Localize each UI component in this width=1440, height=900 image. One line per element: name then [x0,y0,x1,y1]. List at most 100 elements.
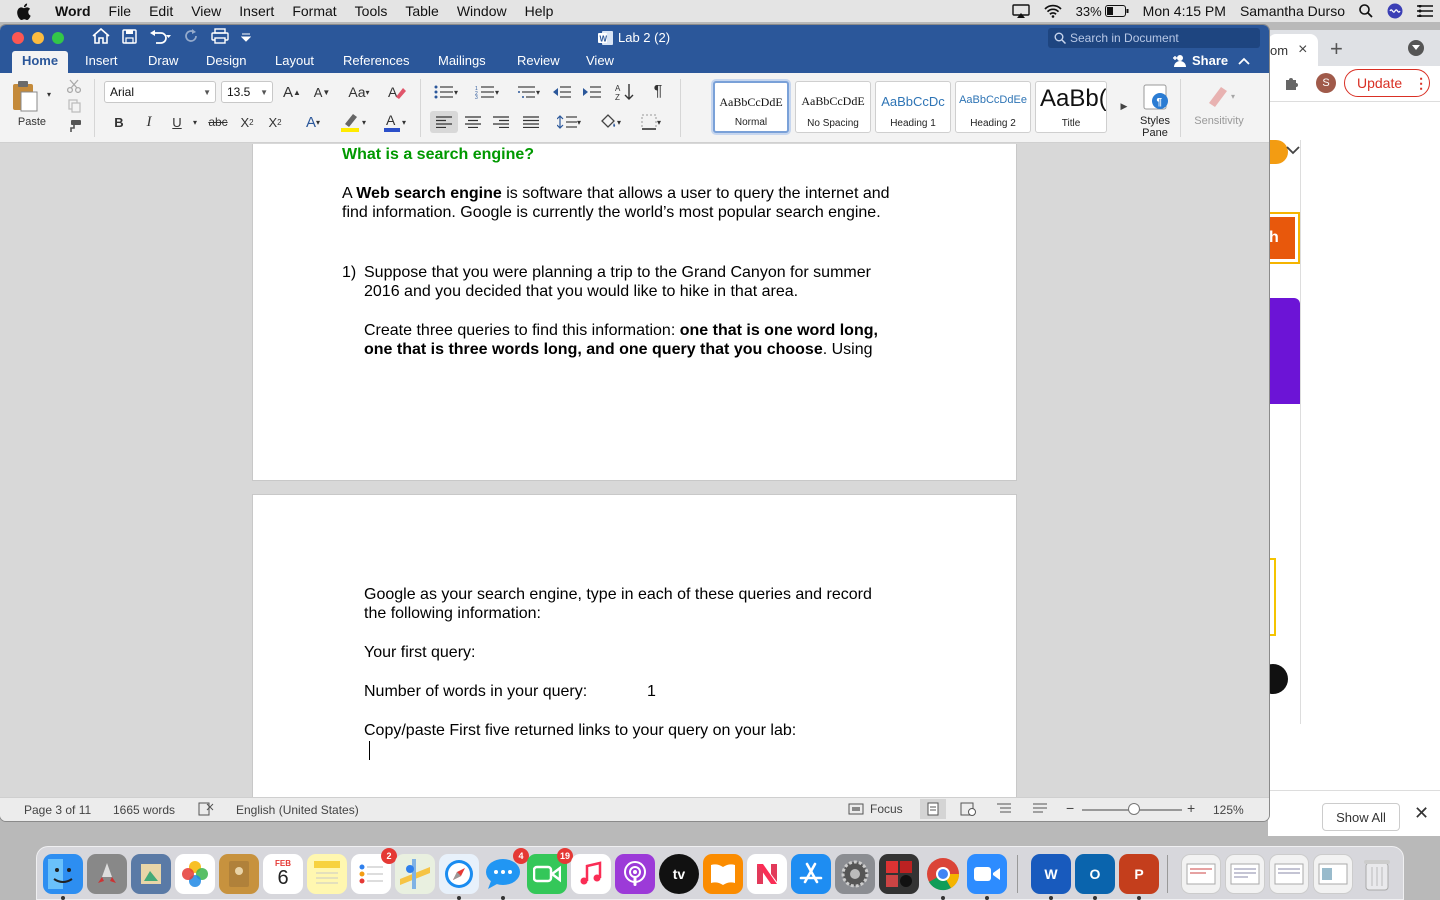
chevron-down-icon[interactable] [1286,142,1300,158]
decrease-indent-icon[interactable] [550,81,574,103]
minimized-window-thumbnail[interactable] [1269,854,1309,894]
podcasts-icon[interactable] [615,854,655,894]
print-layout-view-icon[interactable] [920,799,946,819]
system-preferences-icon[interactable] [835,854,875,894]
redo-icon[interactable] [183,28,199,47]
borders-icon[interactable]: ▾ [632,111,670,133]
close-tab-icon[interactable]: × [1298,41,1307,59]
change-case-icon[interactable]: Aa ▾ [342,81,376,103]
styles-gallery-next-icon[interactable]: ▶ [1118,99,1130,113]
word-count[interactable]: 1665 words [113,803,175,817]
copy-icon[interactable] [64,97,84,115]
style-normal[interactable]: AaBbCcDdE Normal [713,81,789,133]
align-center-icon[interactable] [460,111,486,133]
document-canvas[interactable]: What is a search engine? A Web search en… [0,144,1269,797]
reminders-icon[interactable]: 2 [351,848,397,894]
format-painter-icon[interactable] [64,117,84,135]
minimized-window-thumbnail[interactable] [1181,854,1221,894]
tab-draw[interactable]: Draw [148,51,178,73]
italic-icon[interactable]: I [138,111,160,133]
zoom-slider-thumb[interactable] [1128,803,1140,815]
tab-insert[interactable]: Insert [85,51,118,73]
preview-icon[interactable] [131,854,171,894]
style-no-spacing[interactable]: AaBbCcDdE No Spacing [795,81,871,133]
font-size-field[interactable]: 13.5 ▼ [221,81,273,103]
menu-insert[interactable]: Insert [230,0,283,22]
calendar-icon[interactable]: FEB 6 [263,854,303,894]
undo-icon[interactable] [149,29,171,47]
text-effects-icon[interactable]: A ▾ [298,111,328,133]
outline-view-icon[interactable] [996,802,1012,819]
web-layout-view-icon[interactable] [960,802,976,819]
share-button[interactable]: Share [1172,53,1250,68]
more-menu-icon[interactable]: ⋮ [1414,75,1428,92]
tab-design[interactable]: Design [206,51,246,73]
battery-icon[interactable] [1104,5,1129,17]
finder-icon[interactable] [43,854,83,894]
minimize-window-icon[interactable] [32,32,44,44]
show-formatting-marks-icon[interactable]: ¶ [646,81,670,103]
apple-menu-icon[interactable] [16,0,46,22]
focus-mode-button[interactable]: Focus [848,802,903,816]
facetime-icon[interactable]: 19 [527,848,573,894]
photo-booth-icon[interactable] [879,854,919,894]
books-icon[interactable] [703,854,743,894]
multilevel-list-icon[interactable]: ▾ [510,81,546,103]
home-icon[interactable] [92,27,110,47]
close-downloads-icon[interactable]: ✕ [1414,803,1429,824]
zoom-in-icon[interactable]: + [1187,800,1195,816]
menu-help[interactable]: Help [516,0,563,22]
music-icon[interactable] [571,854,611,894]
zoom-window-icon[interactable] [52,32,64,44]
menu-app-name[interactable]: Word [46,0,100,22]
zoom-icon[interactable] [967,854,1007,894]
proofing-icon[interactable] [198,802,214,819]
control-center-icon[interactable] [1417,5,1433,17]
chrome-icon[interactable] [923,854,963,894]
tab-references[interactable]: References [343,51,409,73]
zoom-level[interactable]: 125% [1213,803,1244,817]
page-4[interactable]: Google as your search engine, type in ea… [253,495,1016,797]
paste-icon[interactable] [10,79,40,113]
underline-icon[interactable]: U [166,111,188,133]
menu-tools[interactable]: Tools [346,0,397,22]
cut-icon[interactable] [64,77,84,95]
style-title[interactable]: AaBb(Title [1035,81,1107,133]
subscript-icon[interactable]: X2 [236,111,258,133]
sort-icon[interactable]: AZ [612,81,638,103]
shading-icon[interactable]: ▾ [592,111,628,133]
minimized-window-thumbnail[interactable] [1313,854,1353,894]
update-button[interactable]: Update ⋮ [1344,69,1430,97]
menubar-clock[interactable]: Mon 4:15 PM [1143,3,1226,19]
draft-view-icon[interactable] [1032,802,1048,819]
wifi-icon[interactable] [1044,4,1062,18]
numbering-icon[interactable]: 1 2 3 ▾ [468,81,506,103]
font-dropdown-arrow[interactable]: ▼ [203,88,211,97]
font-color-icon[interactable]: A ▾ [376,111,412,133]
contacts-icon[interactable] [219,854,259,894]
apple-tv-icon[interactable]: tv [659,854,699,894]
align-right-icon[interactable] [488,111,514,133]
print-icon[interactable] [211,28,229,47]
paste-options-arrow[interactable]: ▾ [44,89,54,99]
tab-search-icon[interactable] [1408,40,1424,56]
increase-font-size-icon[interactable]: A ▲ [280,81,304,103]
customize-toolbar-icon[interactable] [240,30,252,45]
search-in-document-field[interactable]: Search in Document [1048,28,1260,48]
tab-layout[interactable]: Layout [275,51,314,73]
photos-icon[interactable] [175,854,215,894]
zoom-out-icon[interactable]: − [1066,800,1074,816]
profile-avatar[interactable]: S [1316,73,1336,93]
news-icon[interactable] [747,854,787,894]
maps-icon[interactable] [395,854,435,894]
menu-view[interactable]: View [182,0,230,22]
collapse-ribbon-icon[interactable] [1238,57,1250,65]
microsoft-powerpoint-icon[interactable]: P [1119,854,1159,894]
microsoft-word-icon[interactable]: W [1031,854,1071,894]
trash-icon[interactable] [1357,854,1397,894]
styles-pane-icon[interactable]: ¶ [1140,81,1172,113]
style-heading-1[interactable]: AaBbCcDc Heading 1 [875,81,951,133]
justify-icon[interactable] [518,111,544,133]
launchpad-icon[interactable] [87,854,127,894]
tab-home[interactable]: Home [12,51,68,73]
